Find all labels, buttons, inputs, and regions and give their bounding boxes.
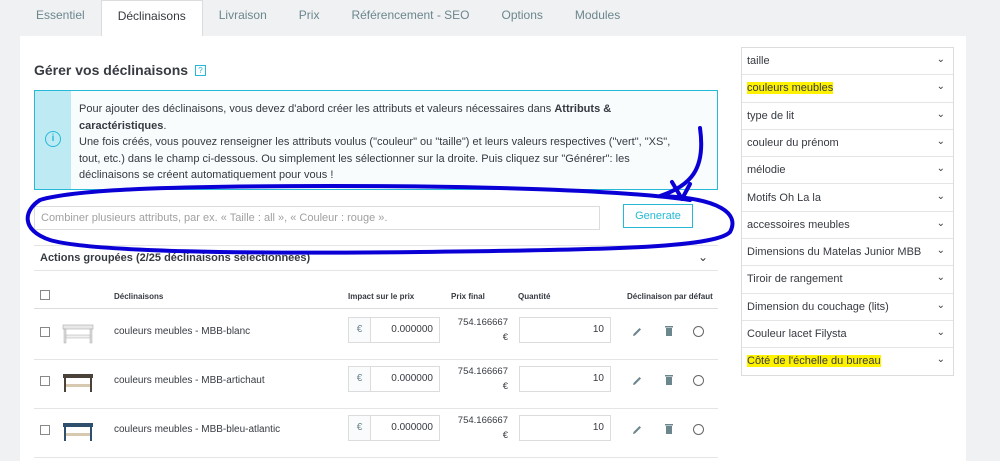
default-variant-radio[interactable]	[693, 326, 704, 337]
final-price: 754.166667 €	[457, 317, 508, 343]
attribute-group-melodie[interactable]: mélodie ⌄	[742, 157, 953, 185]
chevron-down-icon[interactable]: ⌄	[698, 250, 708, 264]
trash-icon[interactable]	[664, 374, 674, 386]
pencil-icon[interactable]	[631, 326, 643, 338]
section-title: Gérer vos déclinaisons	[34, 62, 189, 78]
attribute-group-motifs[interactable]: Motifs Oh La la ⌄	[742, 185, 953, 212]
row-checkbox[interactable]	[40, 425, 50, 435]
tab-options[interactable]: Options	[486, 0, 559, 36]
variant-name: couleurs meubles - MBB-blanc	[114, 326, 251, 337]
attribute-group-accessoires[interactable]: accessoires meubles ⌄	[742, 212, 953, 240]
chevron-down-icon[interactable]: ⌄	[937, 245, 945, 256]
select-all-checkbox[interactable]	[40, 290, 50, 300]
tab-prix[interactable]: Prix	[283, 0, 336, 36]
info-text: Pour ajouter des déclinaisons, vous deve…	[79, 103, 671, 181]
final-price: 754.166667 €	[457, 415, 508, 441]
price-impact-value[interactable]: 0.000000	[371, 416, 439, 440]
product-thumbnail	[62, 324, 94, 344]
col-declinaisons: Déclinaisons	[114, 292, 164, 301]
bulk-actions-bar[interactable]: Actions groupées (2/25 déclinaisons séle…	[34, 245, 718, 271]
pencil-icon[interactable]	[631, 424, 643, 436]
chevron-down-icon[interactable]: ⌄	[937, 354, 945, 365]
chevron-down-icon[interactable]: ⌄	[937, 300, 945, 311]
variant-name: couleurs meubles - MBB-artichaut	[114, 375, 265, 386]
price-impact-field[interactable]: € 0.000000	[348, 415, 440, 441]
bulk-actions-label: Actions groupées (2/25 déclinaisons séle…	[40, 252, 311, 264]
tab-essentiel[interactable]: Essentiel	[20, 0, 101, 36]
info-icon: i	[45, 131, 61, 147]
table-row: couleurs meubles - MBB-blanc € 0.000000 …	[34, 311, 718, 360]
col-qty: Quantité	[518, 292, 551, 301]
product-thumbnail	[63, 374, 93, 392]
chevron-down-icon[interactable]: ⌄	[937, 163, 945, 174]
help-icon[interactable]: ?	[195, 65, 206, 76]
variant-name: couleurs meubles - MBB-bleu-atlantic	[114, 424, 281, 435]
currency-addon: €	[349, 416, 371, 440]
attribute-group-taille[interactable]: taille ⌄	[742, 48, 953, 76]
row-checkbox[interactable]	[40, 376, 50, 386]
chevron-down-icon[interactable]: ⌄	[937, 81, 945, 92]
chevron-down-icon[interactable]: ⌄	[937, 54, 945, 65]
chevron-down-icon[interactable]: ⌄	[937, 191, 945, 202]
attribute-group-dimension-couchage[interactable]: Dimension du couchage (lits) ⌄	[742, 294, 953, 321]
default-variant-radio[interactable]	[693, 375, 704, 386]
tab-declinaisons[interactable]: Déclinaisons	[100, 0, 203, 36]
currency-addon: €	[349, 318, 371, 342]
chevron-down-icon[interactable]: ⌄	[937, 327, 945, 338]
tab-modules[interactable]: Modules	[559, 0, 636, 36]
attribute-group-couleurs-meubles[interactable]: couleurs meubles ⌄	[742, 75, 953, 103]
col-default: Déclinaison par défaut	[627, 292, 713, 301]
generate-button[interactable]: Generate	[623, 204, 693, 228]
default-variant-radio[interactable]	[693, 424, 704, 435]
trash-icon[interactable]	[664, 325, 674, 337]
trash-icon[interactable]	[664, 423, 674, 435]
price-impact-value[interactable]: 0.000000	[371, 318, 439, 342]
attribute-groups-list: taille ⌄ couleurs meubles ⌄ type de lit ⌄ c…	[741, 47, 954, 376]
price-impact-field[interactable]: € 0.000000	[348, 317, 440, 343]
table-row: couleurs meubles - MBB-artichaut € 0.000…	[34, 360, 718, 409]
info-box: i Pour ajouter des déclinaisons, vous de…	[34, 90, 718, 190]
quantity-field[interactable]: 10	[519, 415, 611, 441]
product-thumbnail	[63, 423, 93, 441]
tab-bar: Essentiel Déclinaisons Livraison Prix Ré…	[20, 0, 636, 36]
combine-attributes-input[interactable]	[34, 206, 600, 230]
row-checkbox[interactable]	[40, 327, 50, 337]
final-price: 754.166667 €	[457, 366, 508, 392]
tab-seo[interactable]: Référencement - SEO	[335, 0, 485, 36]
price-impact-value[interactable]: 0.000000	[371, 367, 439, 391]
quantity-field[interactable]: 10	[519, 366, 611, 392]
currency-addon: €	[349, 367, 371, 391]
col-impact: Impact sur le prix	[348, 292, 415, 301]
attribute-group-tiroir[interactable]: Tiroir de rangement ⌄	[742, 266, 953, 294]
chevron-down-icon[interactable]: ⌄	[937, 109, 945, 120]
col-price: Prix final	[451, 292, 485, 301]
table-row: couleurs meubles - MBB-bleu-atlantic € 0…	[34, 409, 718, 458]
tab-livraison[interactable]: Livraison	[203, 0, 283, 36]
attribute-group-cote-echelle[interactable]: Côté de l'échelle du bureau ⌄	[742, 348, 953, 375]
attribute-group-couleur-lacet[interactable]: Couleur lacet Filysta ⌄	[742, 321, 953, 349]
chevron-down-icon[interactable]: ⌄	[937, 272, 945, 283]
attribute-group-type-de-lit[interactable]: type de lit ⌄	[742, 103, 953, 130]
attribute-group-dimensions-matelas[interactable]: Dimensions du Matelas Junior MBB ⌄	[742, 239, 953, 267]
chevron-down-icon[interactable]: ⌄	[937, 136, 945, 147]
price-impact-field[interactable]: € 0.000000	[348, 366, 440, 392]
pencil-icon[interactable]	[631, 375, 643, 387]
chevron-down-icon[interactable]: ⌄	[937, 218, 945, 229]
attribute-group-couleur-du-prenom[interactable]: couleur du prénom ⌄	[742, 130, 953, 158]
quantity-field[interactable]: 10	[519, 317, 611, 343]
